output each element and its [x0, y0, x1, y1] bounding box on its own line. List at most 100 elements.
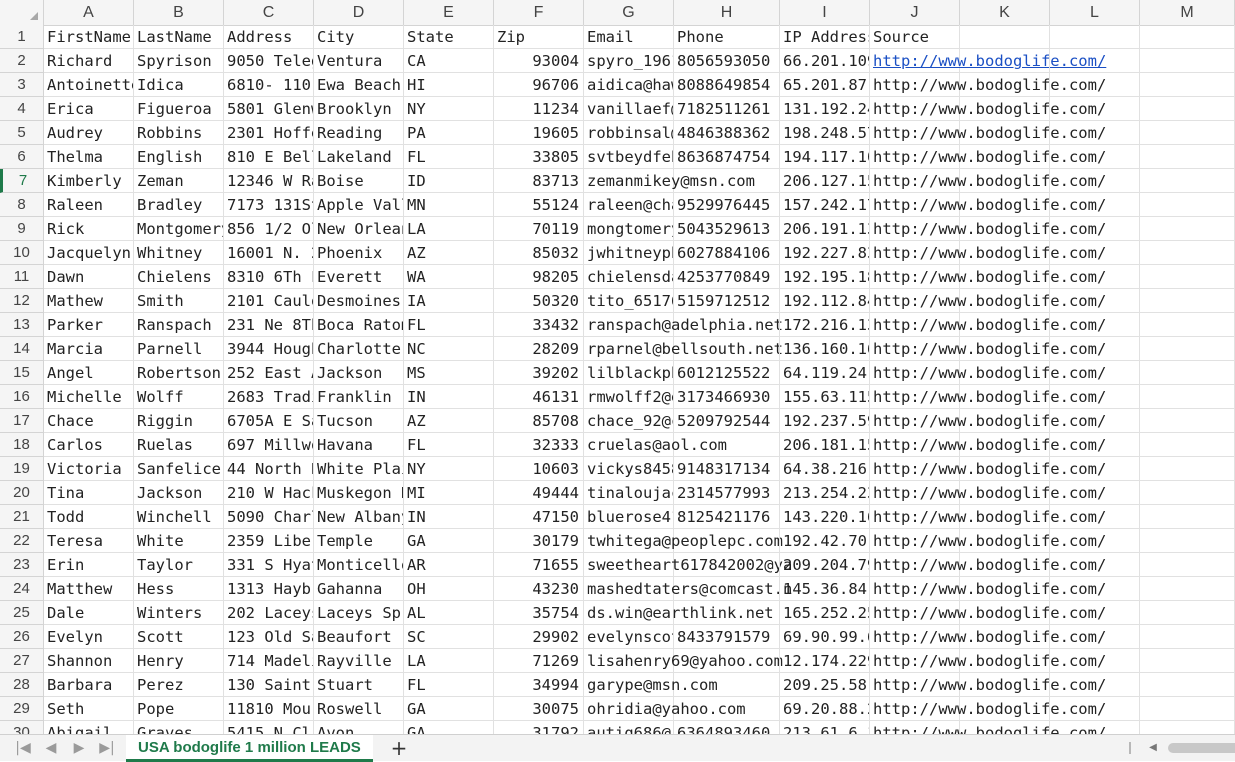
row-header[interactable]: 9 [0, 217, 44, 241]
cell-j7[interactable]: http://www.bodoglife.com/ [870, 169, 1106, 193]
cell-a15[interactable]: Angel [44, 361, 134, 385]
cell-b3[interactable]: Idica [134, 73, 224, 97]
row-header[interactable]: 2 [0, 49, 44, 73]
sheet-tab-active[interactable]: USA bodoglife 1 million LEADS [126, 735, 373, 762]
empty-cell[interactable] [1140, 73, 1235, 97]
cell-e25[interactable]: AL [404, 601, 494, 625]
empty-cell[interactable] [1140, 553, 1235, 577]
empty-cell[interactable] [1140, 265, 1235, 289]
cell-j19[interactable]: http://www.bodoglife.com/ [870, 457, 1106, 481]
cell-i3[interactable]: 65.201.87. [780, 73, 870, 97]
cell-c19[interactable]: 44 North B [224, 457, 314, 481]
cell-b6[interactable]: English [134, 145, 224, 169]
cell-b14[interactable]: Parnell [134, 337, 224, 361]
cell-g18[interactable]: cruelas@aol.com [584, 433, 727, 457]
cell-b17[interactable]: Riggin [134, 409, 224, 433]
empty-cell[interactable] [1140, 313, 1235, 337]
cell-c4[interactable]: 5801 Glenw [224, 97, 314, 121]
cell-f26[interactable]: 29902 [494, 625, 584, 649]
cell-b10[interactable]: Whitney [134, 241, 224, 265]
empty-cell[interactable] [674, 337, 780, 361]
cell-j10[interactable]: http://www.bodoglife.com/ [870, 241, 1106, 265]
cell-f1[interactable]: Zip [494, 25, 584, 49]
scroll-left-icon[interactable]: ◀ [1146, 740, 1160, 756]
cell-b12[interactable]: Smith [134, 289, 224, 313]
cell-e1[interactable]: State [404, 25, 494, 49]
cell-b9[interactable]: Montgomery [134, 217, 224, 241]
last-sheet-icon[interactable]: ▶| [96, 738, 118, 758]
cell-h4[interactable]: 7182511261 [674, 97, 780, 121]
cell-e14[interactable]: NC [404, 337, 494, 361]
cell-e28[interactable]: FL [404, 673, 494, 697]
empty-cell[interactable] [1050, 721, 1140, 734]
column-header-g[interactable]: G [584, 0, 674, 25]
cell-e23[interactable]: AR [404, 553, 494, 577]
cell-g29[interactable]: ohridia@yahoo.com [584, 697, 746, 721]
cell-e5[interactable]: PA [404, 121, 494, 145]
cell-j18[interactable]: http://www.bodoglife.com/ [870, 433, 1106, 457]
cell-d22[interactable]: Temple [314, 529, 404, 553]
empty-cell[interactable] [1050, 289, 1140, 313]
empty-cell[interactable] [674, 313, 780, 337]
cell-j6[interactable]: http://www.bodoglife.com/ [870, 145, 1106, 169]
empty-cell[interactable] [674, 649, 780, 673]
cell-e20[interactable]: MI [404, 481, 494, 505]
empty-cell[interactable] [1050, 673, 1140, 697]
cell-e21[interactable]: IN [404, 505, 494, 529]
cell-c11[interactable]: 8310 6Th F [224, 265, 314, 289]
cell-f5[interactable]: 19605 [494, 121, 584, 145]
empty-cell[interactable] [1140, 673, 1235, 697]
cell-i18[interactable]: 206.181.15 [780, 433, 870, 457]
cell-f16[interactable]: 46131 [494, 385, 584, 409]
cell-c29[interactable]: 11810 Mour [224, 697, 314, 721]
empty-cell[interactable] [1050, 433, 1140, 457]
empty-cell[interactable] [960, 553, 1050, 577]
cell-h9[interactable]: 5043529613 [674, 217, 780, 241]
empty-cell[interactable] [1050, 409, 1140, 433]
row-header[interactable]: 17 [0, 409, 44, 433]
cell-a24[interactable]: Matthew [44, 577, 134, 601]
cell-c6[interactable]: 810 E Bell [224, 145, 314, 169]
cell-f4[interactable]: 11234 [494, 97, 584, 121]
cell-c5[interactable]: 2301 Hoffe [224, 121, 314, 145]
cell-c2[interactable]: 9050 Teleg [224, 49, 314, 73]
cell-j11[interactable]: http://www.bodoglife.com/ [870, 265, 1106, 289]
cell-e16[interactable]: IN [404, 385, 494, 409]
empty-cell[interactable] [960, 25, 1050, 49]
cell-i13[interactable]: 172.216.13 [780, 313, 870, 337]
empty-cell[interactable] [674, 577, 780, 601]
cell-g10[interactable]: jwhitneyph [584, 241, 674, 265]
cell-g19[interactable]: vickys8458 [584, 457, 674, 481]
cell-f8[interactable]: 55124 [494, 193, 584, 217]
row-header[interactable]: 20 [0, 481, 44, 505]
empty-cell[interactable] [960, 289, 1050, 313]
cell-c17[interactable]: 6705A E Sa [224, 409, 314, 433]
column-header-a[interactable]: A [44, 0, 134, 25]
cell-g23[interactable]: sweetheart617842002@ya [584, 553, 792, 577]
empty-cell[interactable] [960, 457, 1050, 481]
empty-cell[interactable] [1050, 217, 1140, 241]
empty-cell[interactable] [1140, 289, 1235, 313]
cell-f30[interactable]: 31792 [494, 721, 584, 734]
cell-a18[interactable]: Carlos [44, 433, 134, 457]
empty-cell[interactable] [1050, 361, 1140, 385]
empty-cell[interactable] [1050, 649, 1140, 673]
cell-j26[interactable]: http://www.bodoglife.com/ [870, 625, 1106, 649]
cell-i2[interactable]: 66.201.109 [780, 49, 870, 73]
cell-h16[interactable]: 3173466930 [674, 385, 780, 409]
cell-i8[interactable]: 157.242.17 [780, 193, 870, 217]
empty-cell[interactable] [1140, 169, 1235, 193]
row-header[interactable]: 26 [0, 625, 44, 649]
cell-c22[interactable]: 2359 Liber [224, 529, 314, 553]
add-sheet-icon[interactable]: + [388, 737, 410, 759]
empty-cell[interactable] [960, 361, 1050, 385]
cell-i10[interactable]: 192.227.83 [780, 241, 870, 265]
cell-e12[interactable]: IA [404, 289, 494, 313]
cell-f7[interactable]: 83713 [494, 169, 584, 193]
empty-cell[interactable] [1050, 265, 1140, 289]
first-sheet-icon[interactable]: |◀ [12, 738, 34, 758]
cell-a29[interactable]: Seth [44, 697, 134, 721]
cell-d4[interactable]: Brooklyn [314, 97, 404, 121]
cell-a5[interactable]: Audrey [44, 121, 134, 145]
cell-b11[interactable]: Chielens [134, 265, 224, 289]
